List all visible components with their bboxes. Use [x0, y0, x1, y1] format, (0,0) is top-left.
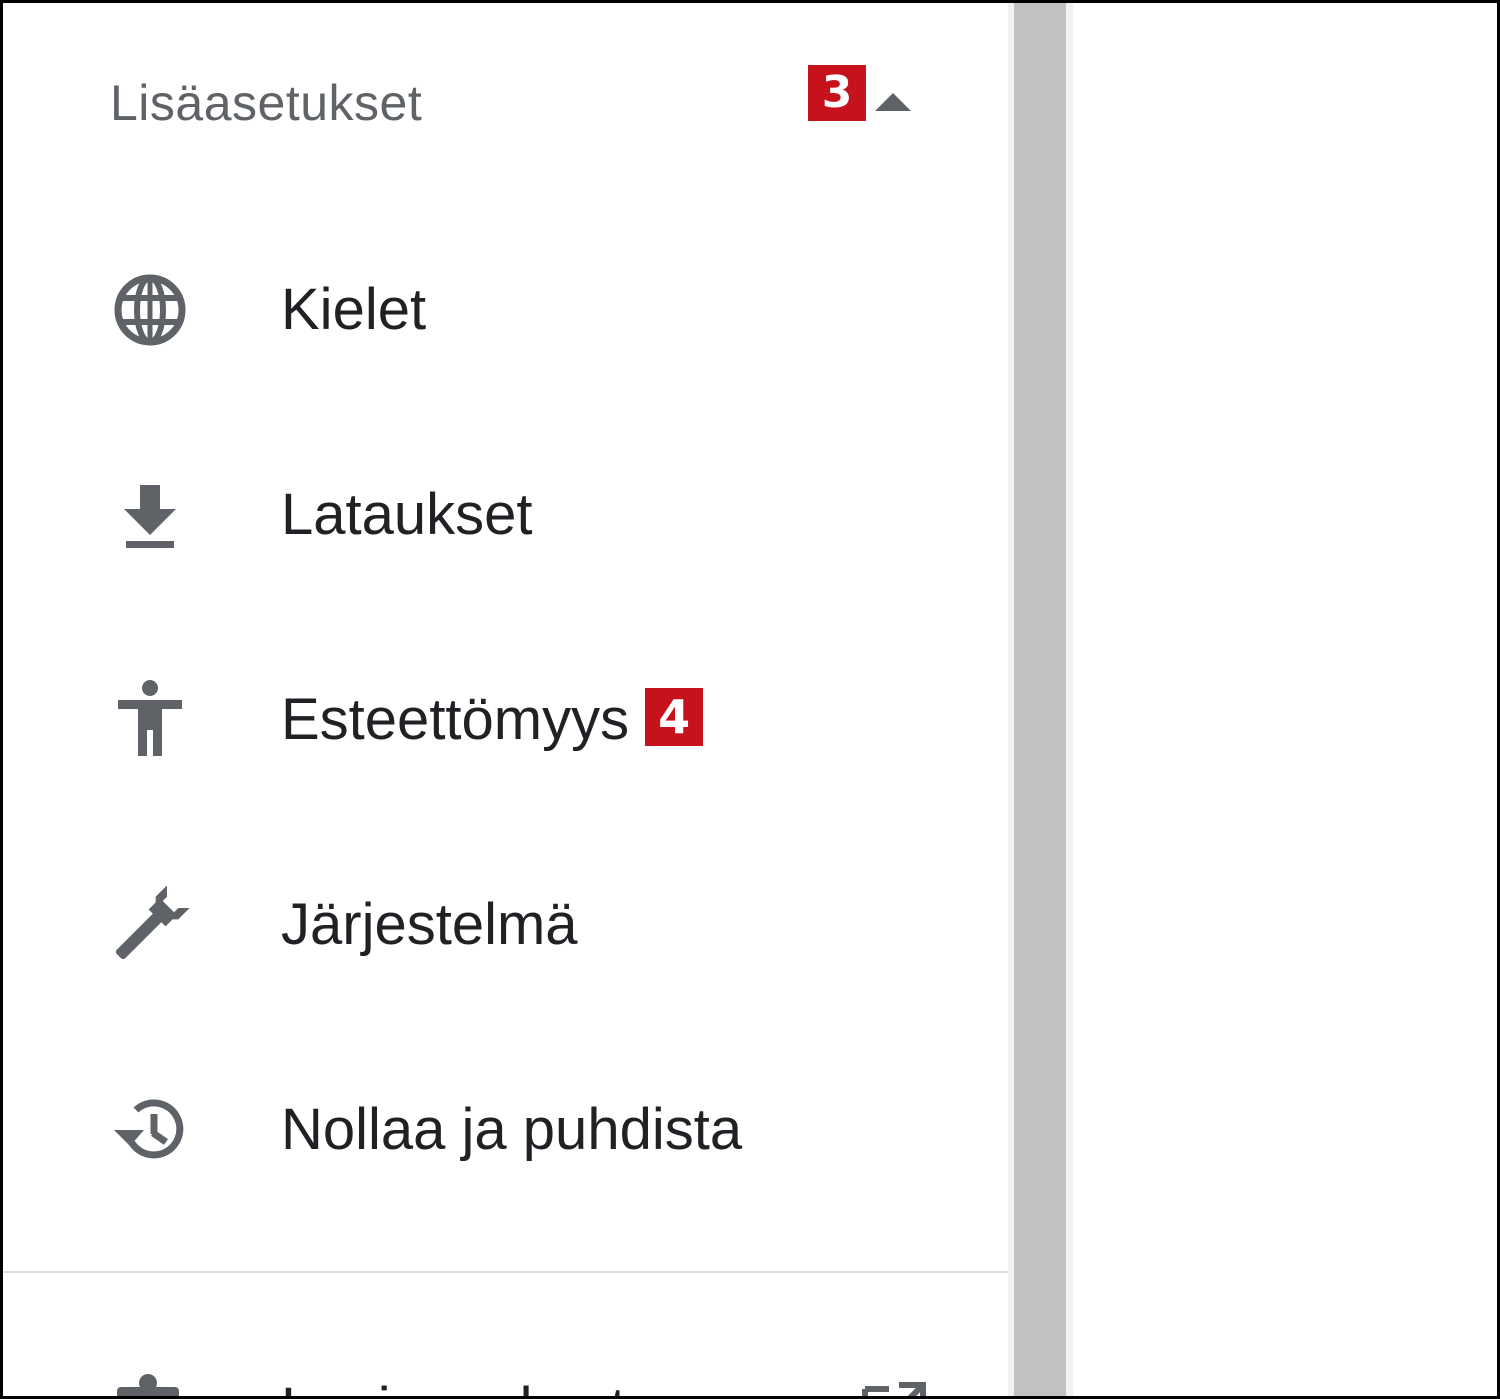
item-badge: 4 [645, 688, 704, 746]
chevron-up-icon[interactable] [873, 91, 913, 113]
divider [3, 1271, 1008, 1273]
sidebar-item-languages[interactable]: Kielet [3, 228, 1008, 388]
globe-icon [114, 274, 186, 346]
sidebar-item-reset[interactable]: Nollaa ja puhdista [3, 1048, 1008, 1208]
advanced-section-header[interactable]: Lisäasetukset 3 [3, 43, 1008, 163]
main-content-area [1073, 3, 1497, 1396]
restore-history-icon [114, 1099, 184, 1159]
sidebar-item-label: Esteettömyys 4 [281, 687, 704, 752]
open-in-new-icon[interactable] [861, 1379, 927, 1399]
sidebar-item-text: Esteettömyys [281, 687, 630, 752]
sidebar-item-label: Lataukset [281, 482, 533, 547]
sidebar-item-label: Kielet [281, 277, 427, 342]
sidebar-item-system[interactable]: Järjestelmä [3, 843, 1008, 1003]
accessibility-icon [118, 680, 182, 756]
sidebar-item-extensions[interactable]: Laajennukset [3, 1343, 1008, 1399]
settings-window: Lisäasetukset 3 Kielet Lataukset Esteett… [0, 0, 1500, 1399]
settings-sidebar: Lisäasetukset 3 Kielet Lataukset Esteett… [3, 3, 1008, 1399]
section-badge: 3 [808, 65, 866, 121]
sidebar-item-label: Laajennukset [281, 1377, 626, 1397]
wrench-icon [115, 885, 190, 960]
sidebar-item-accessibility[interactable]: Esteettömyys 4 [3, 638, 1008, 798]
scrollbar-thumb[interactable] [1014, 3, 1066, 1396]
sidebar-item-label: Nollaa ja puhdista [281, 1097, 743, 1162]
extension-icon [117, 1374, 179, 1396]
section-title: Lisäasetukset [110, 75, 423, 131]
download-icon [124, 485, 176, 548]
sidebar-item-downloads[interactable]: Lataukset [3, 433, 1008, 593]
scrollbar[interactable] [1008, 3, 1073, 1396]
sidebar-item-label: Järjestelmä [281, 892, 578, 957]
